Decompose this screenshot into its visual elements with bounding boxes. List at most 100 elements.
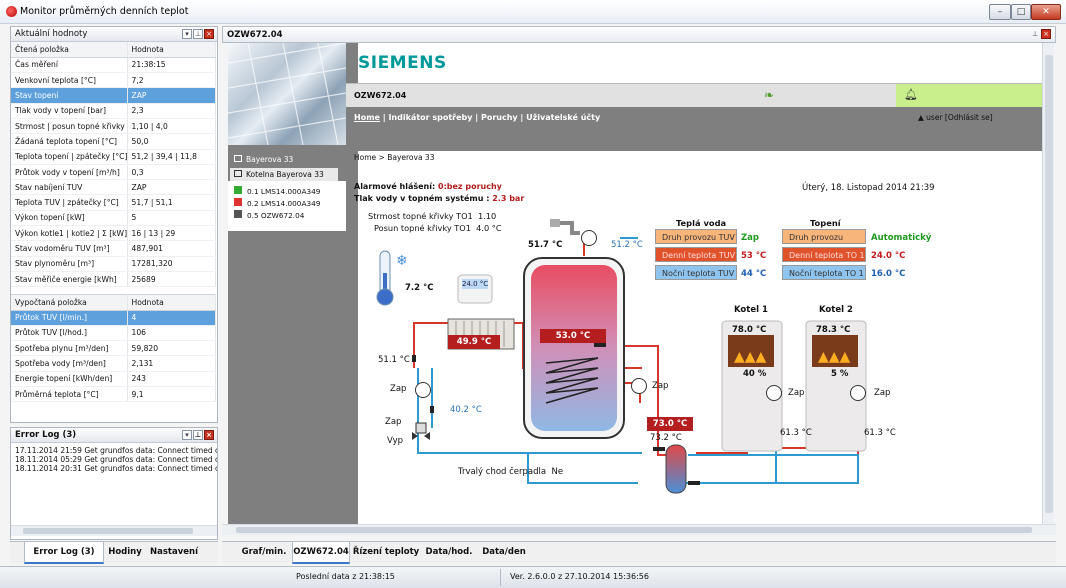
tank-temp: 53.0 °C [540, 329, 606, 343]
error-log-list: 17.11.2014 21:59 Get grundfos data: Conn… [11, 443, 217, 525]
tab-hodiny[interactable]: Hodiny [106, 542, 144, 564]
table-row[interactable]: Teplota topení | zpátečky [°C] 51,2 | 39,… [11, 149, 216, 165]
item-cell: Teplota TUV | zpátečky [°C] [11, 194, 128, 211]
column-header[interactable]: Čtená položka [11, 42, 128, 58]
item-cell: Průtok vody v topení [m³/h] [11, 164, 128, 181]
exchanger-temp-2: 73.2 °C [650, 433, 682, 443]
calc-table: Vypočtaná položka Hodnota Průtok TUV [l/m… [11, 294, 216, 403]
pin-icon[interactable]: ⊥ [1030, 30, 1040, 40]
table-row[interactable]: Spotřeba plynu [m³/den] 59,820 [11, 340, 216, 357]
table-row[interactable]: Spotřeba vody [m³/den] 2,131 [11, 355, 216, 372]
room-setpoint[interactable]: 24.0 °C [462, 280, 488, 288]
web-view: Bayerova 33 Kotelna Bayerova 33 0.1 LMS1… [228, 43, 1042, 524]
boiler2-return-temp: 61.3 °C [864, 428, 896, 438]
boiler2-name[interactable]: Kotel 2 [819, 305, 853, 315]
exchanger-temp: 73.0 °C [647, 417, 693, 431]
boiler2-pump[interactable] [850, 385, 866, 401]
maximize-button[interactable]: □ [1011, 4, 1031, 20]
table-row[interactable]: Strmost | posun topné křivky 1,10 | 4,0 [11, 118, 216, 135]
panel-menu-icon[interactable]: ▾ [182, 29, 192, 39]
item-cell: Stav měřiče energie [kWh] [11, 271, 128, 288]
pin-icon[interactable]: ⊥ [193, 430, 203, 440]
minimize-button[interactable]: – [989, 4, 1011, 20]
boiler2-load: 5 % [828, 369, 852, 379]
heating-pump[interactable] [415, 382, 431, 398]
table-row[interactable]: Energie topení [kWh/den] 243 [11, 371, 216, 388]
tab-data-hod[interactable]: Data/hod. [422, 542, 476, 564]
version-status: Ver. 2.6.0.0 z 27.10.2014 15:36:56 [510, 572, 649, 581]
horizontal-scrollbar[interactable] [11, 525, 217, 536]
boiler2-pump-state: Zap [874, 388, 891, 398]
table-row[interactable]: Průměrná teplota [°C] 9,1 [11, 386, 216, 403]
vertical-scrollbar[interactable] [1042, 43, 1054, 524]
table-row[interactable]: Stav plynoměru [m³] 17281,320 [11, 256, 216, 272]
value-cell: 51,7 | 51,1 [127, 194, 216, 211]
table-row[interactable]: Stav nabíjení TUV ZAP [11, 179, 216, 196]
boiler1-temp: 78.0 °C [732, 325, 767, 335]
value-cell: 51,2 | 39,4 | 11,8 [127, 149, 216, 165]
item-cell: Stav plynoměru [m³] [11, 256, 128, 272]
panel-close-icon[interactable]: × [204, 29, 214, 39]
table-row[interactable]: Žádaná teplota topení [°C] 50,0 [11, 133, 216, 150]
tab-data-den[interactable]: Data/den [478, 542, 530, 564]
table-row[interactable]: Tlak vody v topení [bar] 2,3 [11, 103, 216, 119]
valve-close-label: Vyp [387, 436, 404, 446]
value-cell: 5 [127, 210, 216, 227]
item-cell: Energie topení [kWh/den] [11, 371, 128, 388]
error-log-panel: Error Log (3) ▾ ⊥ × 17.11.2014 21:59 Get g… [10, 427, 218, 540]
tuv-pump[interactable] [581, 230, 597, 246]
panel-menu-icon[interactable]: ▾ [182, 430, 192, 440]
value-cell: 243 [127, 371, 216, 388]
values-panel-title: Aktuální hodnoty [15, 29, 88, 39]
item-cell: Výkon kotle1 | kotle2 | Σ [kW] [11, 225, 128, 242]
circulation-pump-status: Trvalý chod čerpadla Ne [458, 467, 564, 477]
item-cell: Výkon topení [kW] [11, 210, 128, 227]
table-row[interactable]: Výkon topení [kW] 5 [11, 210, 216, 227]
column-header[interactable]: Hodnota [127, 42, 216, 58]
tab-nastaveni[interactable]: Nastavení [146, 542, 202, 564]
table-row[interactable]: Stav měřiče energie [kWh] 25689 [11, 271, 216, 288]
table-row[interactable]: Výkon kotle1 | kotle2 | Σ [kW] 16 | 13 | … [11, 225, 216, 242]
column-header[interactable]: Vypočtaná položka [11, 294, 128, 311]
value-cell: 7,2 [127, 72, 216, 89]
table-row[interactable]: Teplota TUV | zpátečky [°C] 51,7 | 51,1 [11, 194, 216, 211]
tank-pump-state: Zap [652, 381, 669, 391]
close-button[interactable]: ✕ [1031, 4, 1061, 20]
value-cell: 50,0 [127, 133, 216, 150]
document-close-icon[interactable]: × [1041, 29, 1051, 39]
panel-close-icon[interactable]: × [204, 430, 214, 440]
table-row[interactable]: Venkovní teplota [°C] 7,2 [11, 72, 216, 89]
item-cell: Strmost | posun topné křivky [11, 118, 128, 135]
value-cell: 4 [127, 310, 216, 326]
value-cell: 106 [127, 325, 216, 342]
values-table: Čtená položka Hodnota Čas měření 21:38:15 V… [11, 42, 216, 288]
table-row[interactable]: Průtok TUV [l/hod.] 106 [11, 325, 216, 342]
horizontal-scrollbar[interactable] [222, 524, 1056, 535]
pin-icon[interactable]: ⊥ [193, 29, 203, 39]
item-cell: Spotřeba vody [m³/den] [11, 355, 128, 372]
tank-pump[interactable] [631, 378, 647, 394]
tab-error-log[interactable]: Error Log (3) [24, 542, 104, 564]
table-row[interactable]: Stav topení ZAP [11, 87, 216, 104]
left-tabbar: Error Log (3) Hodiny Nastavení [10, 541, 218, 564]
value-cell: 21:38:15 [127, 57, 216, 74]
window-title: Monitor průměrných denních teplot [20, 6, 189, 17]
last-data-status: Poslední data z 21:38:15 [296, 572, 395, 581]
heating-pump-state: Zap [390, 384, 407, 394]
table-row[interactable]: Stav vodoměru TUV [m³] 487,901 [11, 240, 216, 257]
boiler1-pump[interactable] [766, 385, 782, 401]
column-header[interactable]: Hodnota [127, 294, 216, 311]
tab-ozw672[interactable]: OZW672.04 [292, 542, 350, 564]
value-cell: 59,820 [127, 340, 216, 357]
table-row[interactable]: Průtok TUV [l/min.] 4 [11, 310, 216, 326]
table-row[interactable]: Čas měření 21:38:15 [11, 57, 216, 74]
item-cell: Venkovní teplota [°C] [11, 72, 128, 89]
tab-graf-min[interactable]: Graf/min. [238, 542, 290, 564]
tab-rizeni-teploty[interactable]: Řízení teploty [352, 542, 420, 564]
error-log-header: Error Log (3) ▾ ⊥ × [11, 428, 217, 443]
values-panel-header: Aktuální hodnoty ▾ ⊥ × [11, 27, 217, 42]
boiler1-name[interactable]: Kotel 1 [734, 305, 768, 315]
boiler1-pump-state: Zap [788, 388, 805, 398]
table-row[interactable]: Průtok vody v topení [m³/h] 0,3 [11, 164, 216, 181]
window-titlebar: Monitor průměrných denních teplot – □ ✕ [0, 0, 1066, 24]
